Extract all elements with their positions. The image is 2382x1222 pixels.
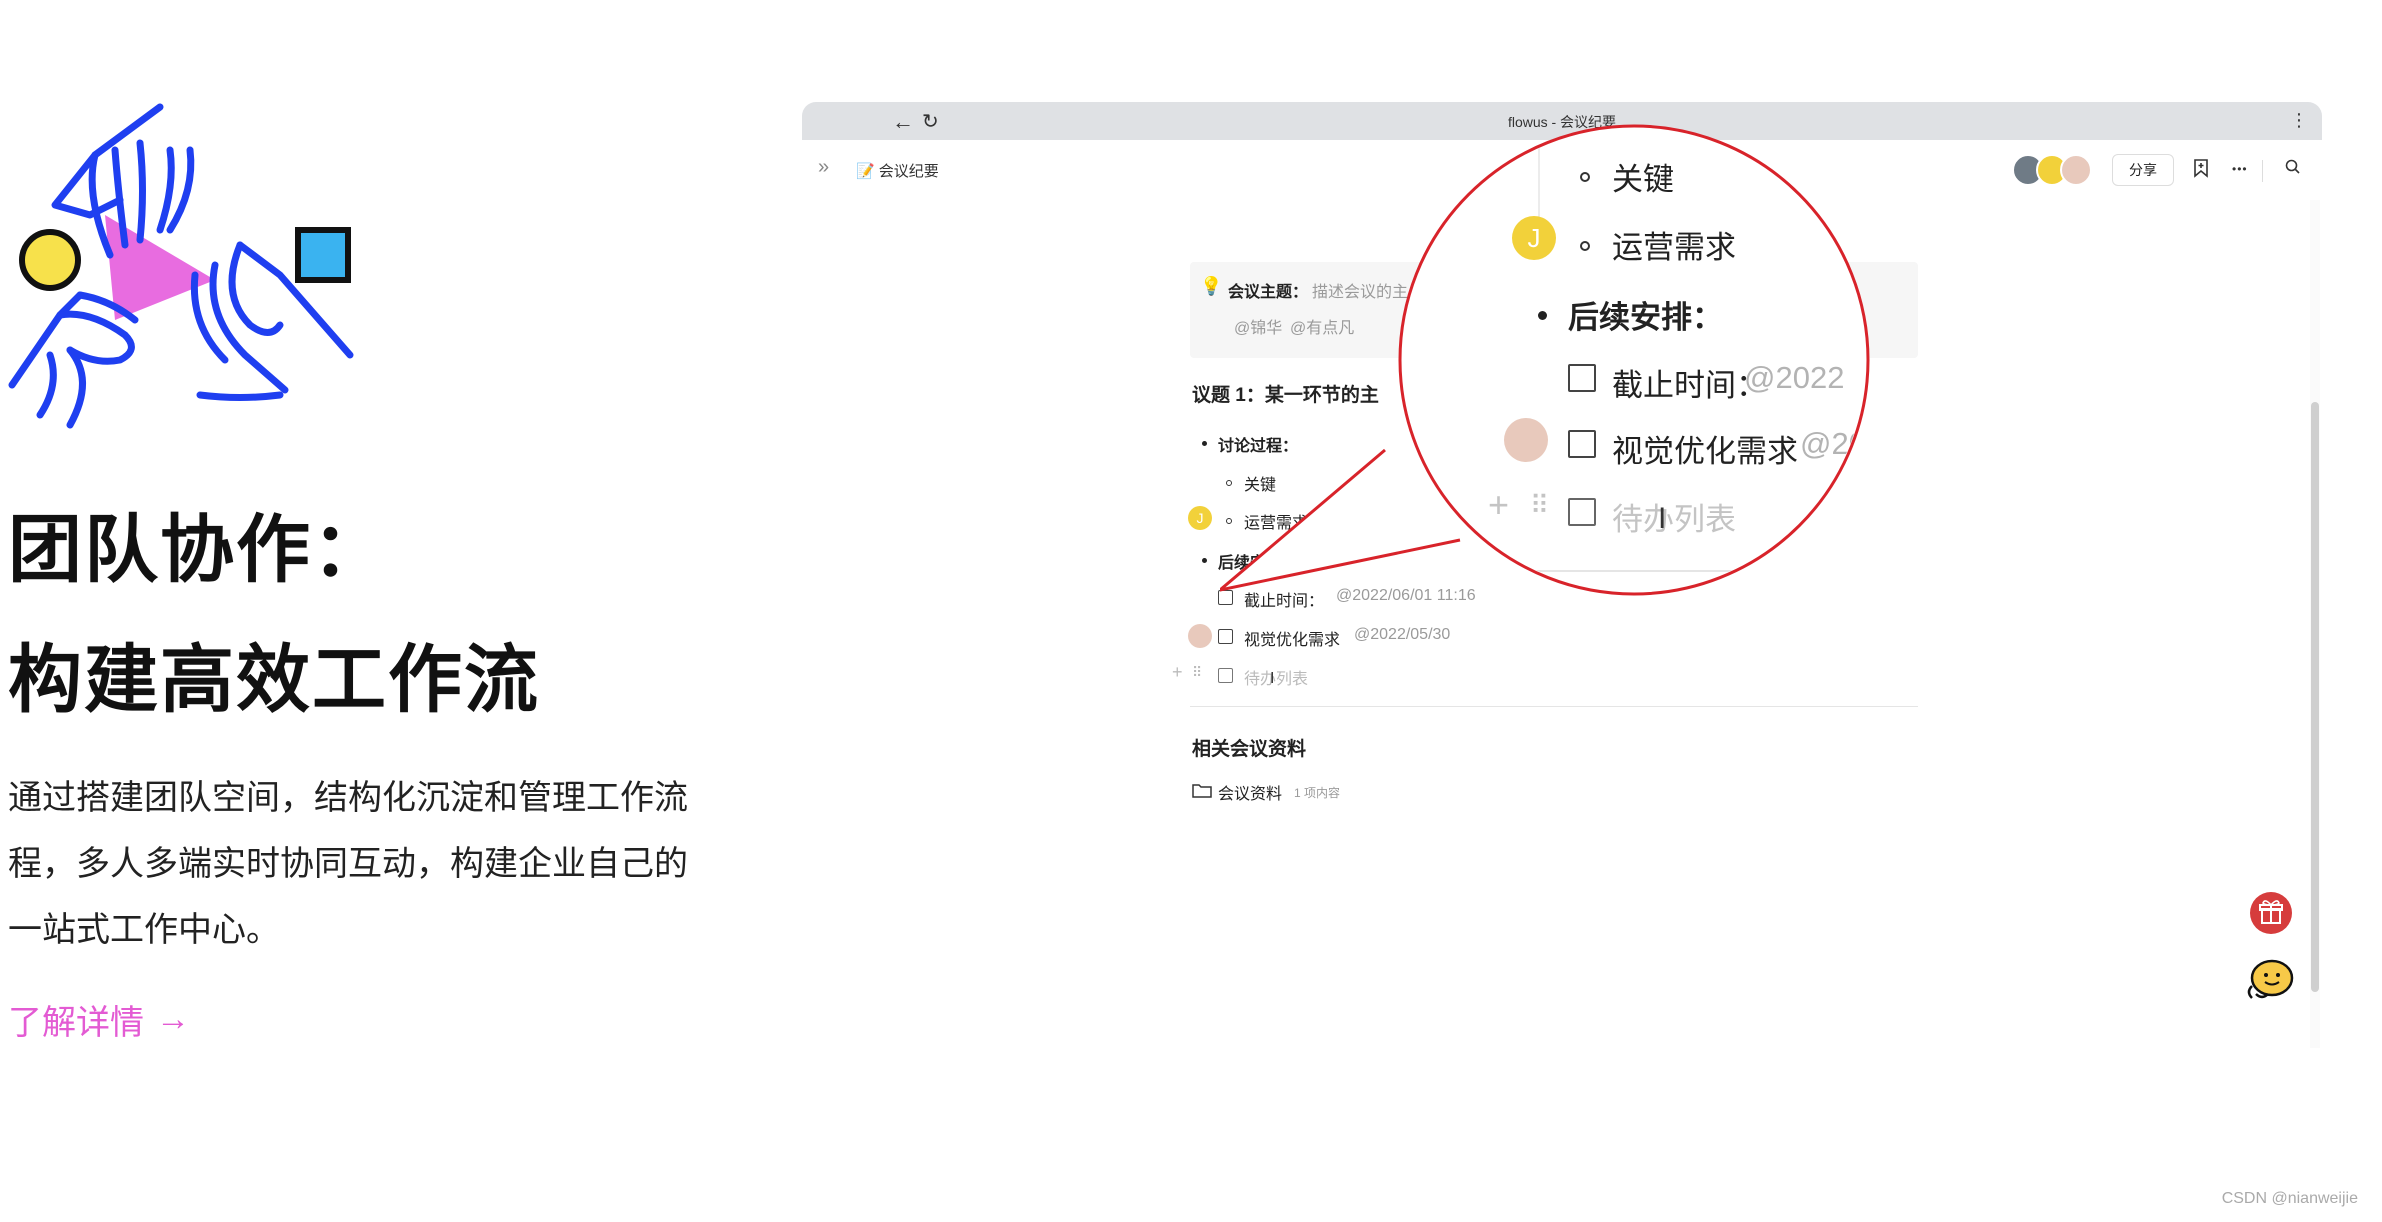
- circle-bullet: [1580, 172, 1590, 182]
- bookmark-add-icon[interactable]: [2192, 158, 2210, 178]
- todo-date[interactable]: @2022/05/30: [1354, 626, 1450, 644]
- hero-description: 通过搭建团队空间，结构化沉淀和管理工作流程，多人多端实时协同互动，构建企业自己的…: [8, 779, 688, 949]
- breadcrumb[interactable]: 📝 会议纪要: [856, 160, 939, 181]
- toolbar-divider: [2262, 160, 2263, 182]
- zoomed-list-item: 关键: [1612, 162, 1674, 197]
- todo-checkbox[interactable]: [1568, 498, 1596, 526]
- zoomed-todo-placeholder: 待办列表: [1612, 502, 1736, 537]
- todo-checkbox[interactable]: [1218, 668, 1233, 683]
- topic-heading: 议题 1：某一环节的主: [1192, 385, 1379, 406]
- todo-placeholder[interactable]: 待办列表: [1244, 665, 1308, 689]
- yellow-circle: [19, 229, 81, 291]
- drag-handle-icon[interactable]: ⠿: [1192, 664, 1202, 681]
- kebab-menu-icon[interactable]: ⋮: [2290, 110, 2308, 131]
- todo-checkbox[interactable]: [1218, 629, 1233, 644]
- scrollbar-thumb[interactable]: [2311, 402, 2319, 992]
- helper-bot-icon[interactable]: [2242, 952, 2298, 1008]
- gift-icon: [2259, 900, 2283, 924]
- todo-label[interactable]: 视觉优化需求: [1244, 626, 1340, 650]
- text-cursor-icon: I: [1270, 670, 1275, 687]
- callout-label: 会议主题：: [1228, 284, 1309, 301]
- memo-icon: 📝: [856, 162, 875, 180]
- magnifier-zoom: 关键 J 运营需求 后续安排： 截止时间： @2022 视觉优化需求 @20 +…: [1390, 98, 1870, 618]
- breadcrumb-page-title: 会议纪要: [878, 163, 939, 180]
- learn-more-label: 了解详情: [8, 1004, 144, 1042]
- zoomed-todo-date: @2022: [1744, 360, 1845, 395]
- avatar: [1504, 418, 1548, 462]
- zoomed-todo-label: 视觉优化需求: [1612, 434, 1798, 469]
- hands-illustration: [8, 103, 354, 429]
- hero-title-line2: 构建高效工作流: [8, 638, 540, 721]
- avatar: [1188, 624, 1212, 648]
- sidebar-expand-icon[interactable]: »: [818, 156, 829, 179]
- add-block-icon[interactable]: +: [1172, 662, 1183, 683]
- folder-count: 1 项内容: [1294, 786, 1341, 800]
- avatar: J: [1188, 506, 1212, 530]
- avatar: [2060, 154, 2092, 186]
- share-button[interactable]: 分享: [2112, 154, 2174, 186]
- zoomed-followup-label: 后续安排：: [1568, 300, 1723, 335]
- mention-1[interactable]: @锦华: [1234, 314, 1282, 338]
- bullet: [1202, 558, 1207, 563]
- circle-bullet: [1580, 241, 1590, 251]
- text-cursor-icon: I: [1658, 502, 1667, 535]
- drag-handle-icon[interactable]: ⠿: [1530, 490, 1549, 521]
- lightbulb-icon: 💡: [1200, 276, 1223, 296]
- todo-checkbox[interactable]: [1568, 364, 1596, 392]
- add-block-icon[interactable]: +: [1488, 484, 1509, 526]
- arrow-right-icon: →: [156, 1000, 190, 1038]
- cyan-square: [295, 227, 351, 283]
- todo-checkbox[interactable]: [1568, 430, 1596, 458]
- folder-label[interactable]: 会议资料: [1218, 780, 1282, 804]
- learn-more-link[interactable]: 了解详情 →: [8, 995, 190, 1044]
- related-heading: 相关会议资料: [1192, 739, 1307, 760]
- gift-button[interactable]: [2250, 892, 2292, 934]
- bullet: [1202, 441, 1207, 446]
- watermark: CSDN @nianweijie: [2221, 1190, 2358, 1207]
- more-icon[interactable]: •••: [2232, 162, 2248, 176]
- divider: [1190, 706, 1918, 707]
- search-icon[interactable]: [2284, 158, 2302, 176]
- bullet: [1538, 311, 1547, 320]
- collaborator-avatars[interactable]: [2012, 154, 2092, 186]
- avatar: J: [1512, 216, 1556, 260]
- mention-2[interactable]: @有点凡: [1290, 314, 1354, 338]
- hero-title-line1: 团队协作：: [8, 508, 388, 591]
- folder-icon: [1192, 784, 1212, 798]
- zoomed-list-item: 运营需求: [1612, 230, 1736, 265]
